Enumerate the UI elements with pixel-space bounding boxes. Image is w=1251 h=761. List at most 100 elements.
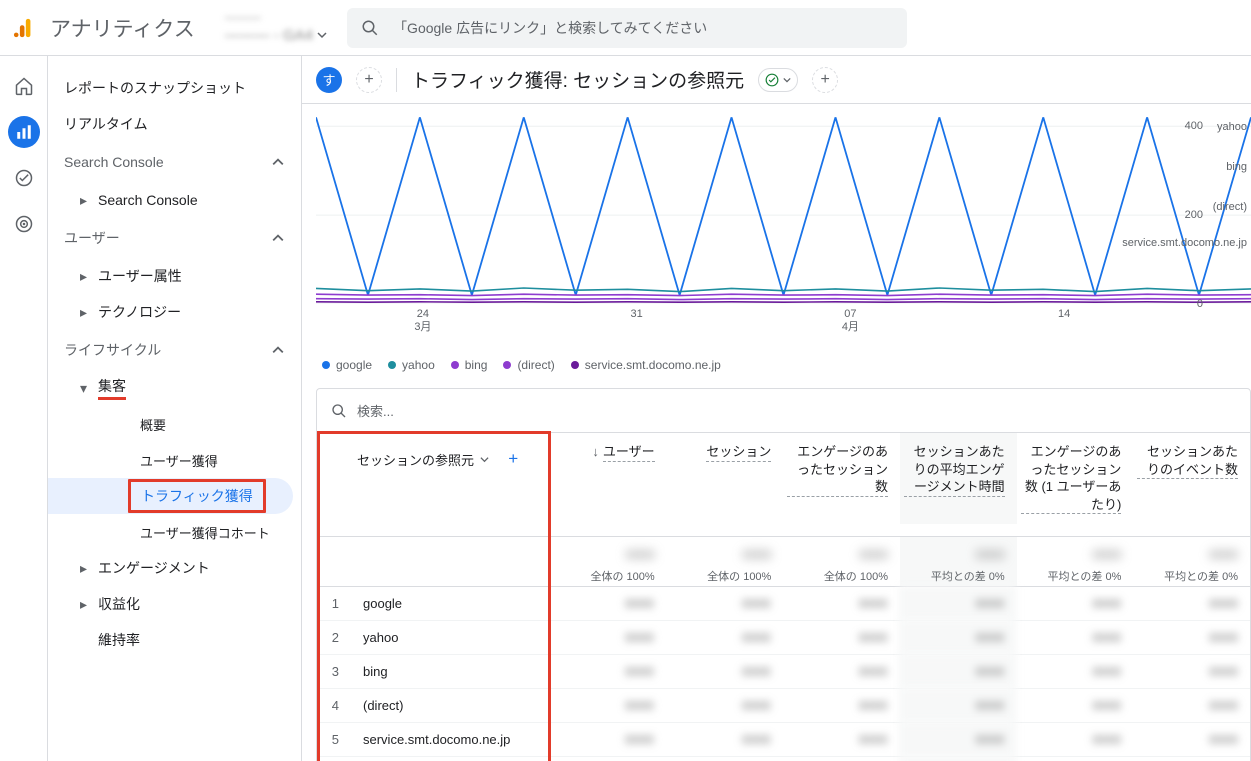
metric-header[interactable]: ↓ユーザー bbox=[549, 433, 667, 524]
chevron-down-icon bbox=[480, 455, 489, 464]
nav-section-search-console[interactable]: Search Console bbox=[48, 142, 301, 182]
table-row[interactable]: 4(direct)000000000000000000000000 bbox=[317, 689, 1250, 723]
app-brand: アナリティクス bbox=[50, 13, 195, 43]
search-icon bbox=[361, 19, 379, 37]
chevron-up-icon bbox=[269, 232, 287, 244]
metric-summary-cell: 0000全体の 100% bbox=[783, 537, 900, 586]
metric-cell: 0000 bbox=[1016, 654, 1133, 689]
data-table: 検索... セッションの参照元 + ↓ユーザーセッションエンゲージのあったセッシ… bbox=[316, 388, 1251, 761]
status-pill[interactable] bbox=[758, 68, 798, 92]
table-row[interactable]: 5service.smt.docomo.ne.jp000000000000000… bbox=[317, 723, 1250, 757]
metric-cell: 0000 bbox=[783, 757, 900, 761]
nav-search-console[interactable]: ▸Search Console bbox=[48, 182, 301, 218]
metric-cell: 0000 bbox=[899, 722, 1016, 757]
rail-home-icon[interactable] bbox=[8, 70, 40, 102]
analytics-logo-icon bbox=[8, 12, 40, 44]
nav-monetization[interactable]: ▸収益化 bbox=[48, 586, 301, 622]
legend-item[interactable]: (direct) bbox=[503, 358, 554, 372]
metric-cell: 0000 bbox=[899, 654, 1016, 689]
legend-item[interactable]: google bbox=[322, 358, 372, 372]
legend-item[interactable]: service.smt.docomo.ne.jp bbox=[571, 358, 721, 372]
metric-cell: 0000 bbox=[1133, 586, 1250, 621]
nav-acq-cohort[interactable]: ユーザー獲得コホート bbox=[48, 514, 301, 550]
metric-cell: 0000 bbox=[549, 654, 666, 689]
nav-engagement[interactable]: ▸エンゲージメント bbox=[48, 550, 301, 586]
table-row[interactable]: 6(not set)000000000000000000000000 bbox=[317, 757, 1250, 761]
main-content: す + トラフィック獲得: セッションの参照元 + 243月31074月14 0… bbox=[302, 56, 1251, 761]
metric-header[interactable]: エンゲージのあったセッション数 bbox=[783, 433, 900, 524]
metric-cell: 0000 bbox=[1016, 586, 1133, 621]
metric-cell: 0000 bbox=[1016, 620, 1133, 655]
dimension-value: google bbox=[345, 596, 549, 611]
table-row[interactable]: 3bing000000000000000000000000 bbox=[317, 655, 1250, 689]
metric-cell: 0000 bbox=[783, 620, 900, 655]
metric-cell: 0000 bbox=[666, 688, 783, 723]
chevron-up-icon bbox=[269, 344, 287, 356]
dimension-value: (direct) bbox=[345, 698, 549, 713]
metric-cell: 0000 bbox=[1016, 722, 1133, 757]
metric-summary-cell: 0000平均との差 0% bbox=[900, 537, 1017, 586]
metric-cell: 0000 bbox=[549, 757, 666, 761]
top-app-bar: アナリティクス ——— ——— - GA4 「Google 広告にリンク」と検索… bbox=[0, 0, 1251, 56]
metric-header[interactable]: エンゲージのあったセッション数 (1 ユーザーあたり) bbox=[1017, 433, 1134, 524]
nav-section-user[interactable]: ユーザー bbox=[48, 218, 301, 258]
nav-technology[interactable]: ▸テクノロジー bbox=[48, 294, 301, 330]
nav-snapshot[interactable]: レポートのスナップショット bbox=[48, 70, 301, 106]
chart-legend: google yahoo bing (direct) service.smt.docom… bbox=[316, 354, 1251, 388]
segment-chip[interactable]: す bbox=[316, 67, 342, 93]
chart-canvas bbox=[316, 104, 1251, 304]
metric-cell: 0000 bbox=[549, 688, 666, 723]
metric-header[interactable]: セッションあたりのイベント数 bbox=[1133, 433, 1250, 524]
metric-cell: 0000 bbox=[666, 722, 783, 757]
rail-explore-icon[interactable] bbox=[8, 162, 40, 194]
metric-cell: 0000 bbox=[783, 688, 900, 723]
table-row[interactable]: 2yahoo000000000000000000000000 bbox=[317, 621, 1250, 655]
dimension-value: yahoo bbox=[345, 630, 549, 645]
metric-cell: 0000 bbox=[1133, 620, 1250, 655]
metric-cell: 0000 bbox=[783, 586, 900, 621]
add-comparison-button[interactable]: + bbox=[812, 67, 838, 93]
add-dimension-button[interactable]: + bbox=[508, 449, 518, 469]
legend-item[interactable]: bing bbox=[451, 358, 488, 372]
nav-realtime[interactable]: リアルタイム bbox=[48, 106, 301, 142]
metric-cell: 0000 bbox=[783, 654, 900, 689]
legend-item[interactable]: yahoo bbox=[388, 358, 435, 372]
table-summary-row: 0000全体の 100%0000全体の 100%0000全体の 100%0000… bbox=[317, 537, 1250, 587]
metric-cell: 0000 bbox=[666, 654, 783, 689]
report-titlebar: す + トラフィック獲得: セッションの参照元 + bbox=[302, 56, 1251, 104]
metric-cell: 0000 bbox=[1016, 757, 1133, 761]
metric-cell: 0000 bbox=[666, 757, 783, 761]
add-segment-button[interactable]: + bbox=[356, 67, 382, 93]
metric-cell: 0000 bbox=[899, 586, 1016, 621]
nav-section-lifecycle[interactable]: ライフサイクル bbox=[48, 330, 301, 370]
rail-reports-icon[interactable] bbox=[8, 116, 40, 148]
nav-acq-overview[interactable]: 概要 bbox=[48, 406, 301, 442]
search-box[interactable]: 「Google 広告にリンク」と検索してみてください bbox=[347, 8, 907, 48]
table-search[interactable]: 検索... bbox=[317, 389, 1250, 433]
metric-header[interactable]: セッション bbox=[667, 433, 784, 524]
dimension-value: service.smt.docomo.ne.jp bbox=[345, 732, 549, 747]
rail-advertising-icon[interactable] bbox=[8, 208, 40, 240]
nav-acq-user[interactable]: ユーザー獲得 bbox=[48, 442, 301, 478]
icon-rail bbox=[0, 56, 48, 761]
metric-header[interactable]: セッションあたりの平均エンゲージメント時間 bbox=[900, 433, 1017, 524]
nav-acq-traffic[interactable]: トラフィック獲得 bbox=[48, 478, 293, 514]
metric-cell: 0000 bbox=[899, 757, 1016, 761]
dimension-column-header[interactable]: セッションの参照元 + bbox=[317, 433, 549, 479]
table-header-row: セッションの参照元 + ↓ユーザーセッションエンゲージのあったセッション数セッシ… bbox=[317, 433, 1250, 537]
nav-user-attr[interactable]: ▸ユーザー属性 bbox=[48, 258, 301, 294]
nav-acquisition[interactable]: ▾集客 bbox=[48, 370, 301, 406]
chevron-up-icon bbox=[269, 156, 287, 168]
metric-summary-cell: 0000全体の 100% bbox=[549, 537, 667, 586]
metric-summary-cell: 0000全体の 100% bbox=[667, 537, 784, 586]
metric-cell: 0000 bbox=[899, 688, 1016, 723]
search-icon bbox=[331, 403, 347, 419]
dimension-value: bing bbox=[345, 664, 549, 679]
nav-retention[interactable]: 維持率 bbox=[48, 622, 301, 658]
metric-cell: 0000 bbox=[783, 722, 900, 757]
chevron-down-icon bbox=[783, 76, 791, 84]
metric-cell: 0000 bbox=[1133, 757, 1250, 761]
property-selector[interactable]: ——— ——— - GA4 bbox=[225, 10, 327, 45]
report-title: トラフィック獲得: セッションの参照元 bbox=[411, 66, 744, 93]
table-row[interactable]: 1google000000000000000000000000 bbox=[317, 587, 1250, 621]
